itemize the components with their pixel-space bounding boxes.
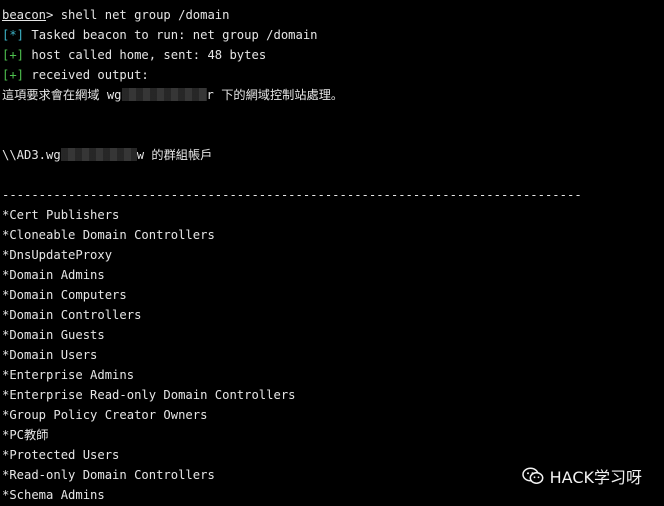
watermark: HACK学习呀 <box>521 464 642 488</box>
group-item: *Domain Guests <box>2 328 105 342</box>
command-text: > shell net group /domain <box>46 8 230 22</box>
terminal-output: beacon> shell net group /domain [*] Task… <box>2 5 662 505</box>
terminal-window: { "terminal": { "command": { "prompt": "… <box>0 0 664 506</box>
status-text: received output: <box>24 68 149 82</box>
status-line-tasked: [*] Tasked beacon to run: net group /dom… <box>2 25 662 45</box>
status-tag: [*] <box>2 28 25 42</box>
group-item: *Protected Users <box>2 448 120 462</box>
redacted-domain <box>121 88 207 101</box>
status-tag: [+] <box>2 48 25 62</box>
command-line: beacon> shell net group /domain <box>2 5 662 25</box>
group-item: *Cloneable Domain Controllers <box>2 228 215 242</box>
group-item: *Domain Users <box>2 348 98 362</box>
status-tag: [+] <box>2 68 25 82</box>
watermark-text: HACK学习呀 <box>549 468 642 487</box>
group-item: *Domain Computers <box>2 288 127 302</box>
server-suffix: w 的群組帳戶 <box>136 148 213 162</box>
group-item: *Domain Controllers <box>2 308 142 322</box>
group-item: *Schema Admins <box>2 488 105 502</box>
group-item: *Group Policy Creator Owners <box>2 408 208 422</box>
group-item: *PC教師 <box>2 428 49 442</box>
status-line-received: [+] received output: <box>2 65 662 85</box>
request-prefix: 這項要求會在網域 wg <box>2 88 122 102</box>
separator-line: ----------------------------------------… <box>2 188 582 202</box>
redacted-domain <box>60 148 137 161</box>
request-suffix: r 下的網域控制站處理。 <box>206 88 344 102</box>
status-text: Tasked beacon to run: net group /domain <box>24 28 318 42</box>
group-item: *Enterprise Admins <box>2 368 135 382</box>
beacon-prompt: beacon <box>2 8 47 22</box>
server-line: \\AD3.wg w 的群組帳戶 <box>2 145 662 165</box>
group-item: *Domain Admins <box>2 268 105 282</box>
server-prefix: \\AD3.wg <box>2 148 61 162</box>
status-text: host called home, sent: 48 bytes <box>24 48 267 62</box>
wechat-icon <box>521 467 544 484</box>
group-item: *Enterprise Read-only Domain Controllers <box>2 388 296 402</box>
request-line: 這項要求會在網域 wg r 下的網域控制站處理。 <box>2 85 662 105</box>
status-line-called-home: [+] host called home, sent: 48 bytes <box>2 45 662 65</box>
group-item: *Cert Publishers <box>2 208 120 222</box>
group-list: *Cert Publishers *Cloneable Domain Contro… <box>2 205 662 505</box>
group-item: *DnsUpdateProxy <box>2 248 113 262</box>
